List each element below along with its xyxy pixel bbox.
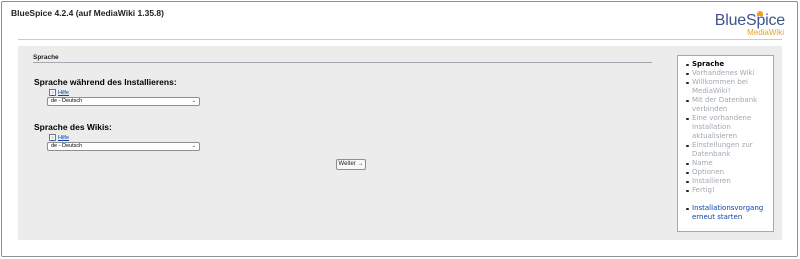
step-item: Einstellungen zur Datenbank: [678, 141, 773, 159]
wiki-language-label: Sprache des Wikis:: [34, 122, 112, 132]
step-item: Willkommen bei MediaWiki!: [678, 78, 773, 96]
install-language-select[interactable]: de - Deutsch ⌄: [47, 97, 200, 106]
help-link-text[interactable]: Hilfe: [58, 90, 69, 96]
help-link-text[interactable]: Hilfe: [58, 135, 69, 141]
section-divider: [33, 62, 652, 63]
section-legend: Sprache: [33, 54, 59, 61]
step-item-current: Sprache: [678, 60, 773, 69]
chevron-down-icon: ⌄: [191, 143, 196, 149]
header-divider: [18, 39, 782, 40]
step-item: Fertig!: [678, 186, 773, 195]
wiki-language-select[interactable]: de - Deutsch ⌄: [47, 142, 200, 151]
step-item: Eine vorhandene Installation aktualisier…: [678, 114, 773, 141]
step-item: Mit der Datenbank verbinden: [678, 96, 773, 114]
step-item: Name: [678, 159, 773, 168]
install-language-help-link[interactable]: ? Hilfe: [49, 89, 69, 96]
wiki-language-value: de - Deutsch: [51, 143, 83, 149]
install-language-label: Sprache während des Installierens:: [34, 77, 177, 87]
chevron-down-icon: ⌄: [191, 98, 196, 104]
wiki-language-help-link[interactable]: ? Hilfe: [49, 134, 69, 141]
install-steps-sidebar: Sprache Vorhandenes Wiki Willkommen bei …: [677, 55, 774, 232]
logo-sub-text: MediaWiki: [747, 28, 784, 37]
next-button[interactable]: Weiter →: [336, 159, 366, 170]
step-item: Installieren: [678, 177, 773, 186]
install-steps-list: Sprache Vorhandenes Wiki Willkommen bei …: [678, 56, 773, 222]
page-title: BlueSpice 4.2.4 (auf MediaWiki 1.35.8): [11, 8, 164, 18]
step-item: Optionen: [678, 168, 773, 177]
step-item: Vorhandenes Wiki: [678, 69, 773, 78]
help-icon: ?: [49, 134, 56, 141]
restart-installation-link[interactable]: Installationsvorgang erneut starten: [678, 204, 773, 222]
install-language-value: de - Deutsch: [51, 98, 83, 104]
bluespice-logo: BlueSpice MediaWiki: [709, 11, 789, 38]
help-icon: ?: [49, 89, 56, 96]
